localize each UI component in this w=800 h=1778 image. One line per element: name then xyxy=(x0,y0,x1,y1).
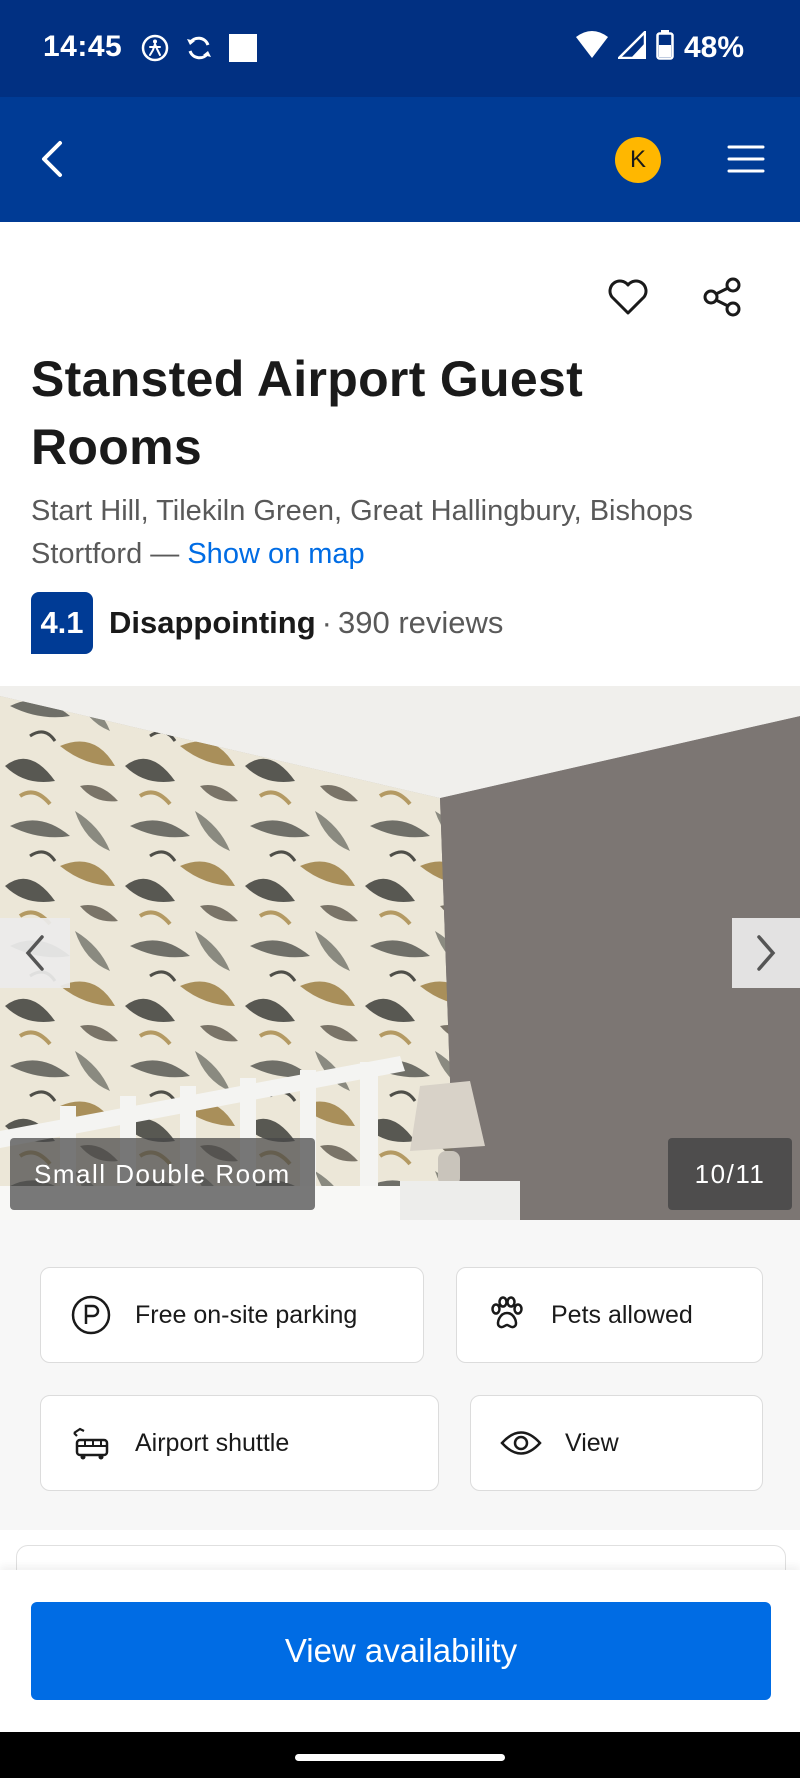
avatar[interactable]: K xyxy=(615,137,661,183)
status-icons-right: 48% xyxy=(575,28,744,65)
amenity-label: Free on-site parking xyxy=(135,1300,358,1329)
amenity-pets: Pets allowed xyxy=(456,1267,763,1363)
battery-icon xyxy=(656,30,674,65)
status-bar: 14:45 48% xyxy=(0,0,800,97)
photo-counter: 10/11 xyxy=(668,1138,792,1210)
heart-icon xyxy=(608,279,648,315)
view-availability-button[interactable]: View availability xyxy=(31,1602,771,1700)
battery-percent: 48% xyxy=(683,30,744,64)
gallery-prev-button[interactable] xyxy=(0,918,70,988)
amenity-shuttle: Airport shuttle xyxy=(40,1395,439,1491)
review-score-badge: 4.1 xyxy=(31,592,93,654)
app-header: K xyxy=(0,97,800,222)
amenity-parking: Free on-site parking xyxy=(40,1267,424,1363)
hamburger-menu-icon xyxy=(727,145,765,173)
photo-gallery[interactable]: Small Double Room 10/11 xyxy=(0,686,800,1220)
review-count: 390 reviews xyxy=(337,605,504,640)
accessibility-icon xyxy=(140,33,170,68)
amenity-label: View xyxy=(565,1428,619,1457)
share-button[interactable] xyxy=(700,275,750,325)
rating-separator: · xyxy=(321,605,332,640)
amenity-label: Pets allowed xyxy=(551,1300,693,1329)
back-button[interactable] xyxy=(30,132,74,186)
hotel-address: Start Hill, Tilekiln Green, Great Hallin… xyxy=(31,490,751,576)
chevron-left-icon xyxy=(25,935,44,971)
menu-button[interactable] xyxy=(726,141,766,177)
sync-icon xyxy=(184,33,214,68)
photo-caption: Small Double Room xyxy=(10,1138,315,1210)
favorite-button[interactable] xyxy=(606,275,656,325)
amenity-view: View xyxy=(470,1395,763,1491)
shuttle-bus-icon xyxy=(69,1421,113,1465)
chevron-right-icon xyxy=(757,935,776,971)
address-separator: — xyxy=(150,538,180,570)
bottom-action-bar: View availability xyxy=(0,1570,800,1732)
status-time: 14:45 xyxy=(43,30,123,63)
paw-icon xyxy=(485,1293,529,1337)
rating-word: Disappointing xyxy=(109,605,316,640)
wifi-icon xyxy=(575,31,608,64)
signal-icon xyxy=(615,28,647,64)
parking-icon xyxy=(69,1293,113,1337)
status-icons-left xyxy=(140,33,258,68)
gallery-next-button[interactable] xyxy=(732,918,800,988)
share-icon xyxy=(703,277,741,317)
system-nav-bar xyxy=(0,1732,800,1778)
show-on-map-link[interactable]: Show on map xyxy=(187,538,364,570)
eye-icon xyxy=(499,1421,543,1465)
home-indicator[interactable] xyxy=(295,1754,505,1761)
rating-row[interactable]: 4.1 Disappointing · 390 reviews xyxy=(31,592,503,654)
amenity-label: Airport shuttle xyxy=(135,1428,290,1457)
amenities-section: Free on-site parking Pets allowed Airpor… xyxy=(0,1220,800,1530)
square-notification-icon xyxy=(228,33,258,68)
hotel-title: Stansted Airport Guest Rooms xyxy=(31,351,584,475)
back-arrow-icon xyxy=(42,141,62,177)
